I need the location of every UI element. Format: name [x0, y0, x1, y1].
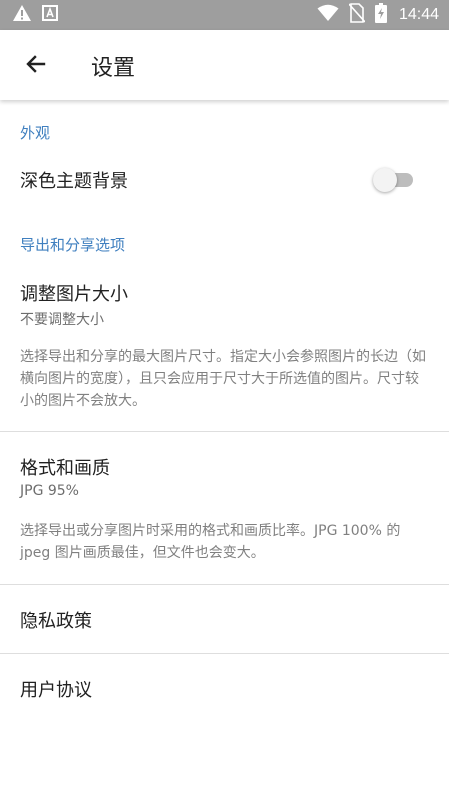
back-button[interactable] [22, 52, 50, 80]
divider [0, 431, 449, 432]
arrow-left-icon [24, 52, 48, 80]
status-time: 14:44 [398, 6, 439, 23]
privacy-policy-title: 隐私政策 [20, 611, 92, 632]
section-header-appearance: 外观 [20, 124, 51, 142]
a-badge-icon [42, 5, 58, 25]
resize-image-row[interactable]: 调整图片大小 不要调整大小 选择导出和分享的最大图片尺寸。指定大小会参照图片的长… [0, 272, 449, 430]
dark-theme-label: 深色主题背景 [20, 171, 128, 192]
status-bar-left [12, 4, 58, 26]
no-sim-icon [348, 3, 366, 27]
resize-image-value: 不要调整大小 [20, 312, 104, 328]
status-bar: 14:44 [0, 0, 449, 30]
resize-image-title: 调整图片大小 [20, 284, 128, 305]
user-agreement-title: 用户协议 [20, 680, 92, 701]
page-title: 设置 [91, 56, 136, 81]
app-bar: 设置 [0, 30, 449, 100]
resize-image-description: 选择导出和分享的最大图片尺寸。指定大小会参照图片的长边（如横向图片的宽度），且只… [20, 349, 426, 409]
format-quality-row[interactable]: 格式和画质 JPG 95% 选择导出或分享图片时采用的格式和画质比率。JPG 1… [0, 440, 449, 584]
format-quality-title: 格式和画质 [20, 458, 110, 479]
battery-charging-icon [374, 3, 387, 27]
format-quality-description: 选择导出或分享图片时采用的格式和画质比率。JPG 100% 的 jpeg 图片画… [20, 523, 401, 561]
wifi-icon [317, 4, 339, 26]
section-header-export: 导出和分享选项 [20, 236, 126, 254]
privacy-policy-row[interactable]: 隐私政策 [0, 585, 449, 653]
dark-theme-toggle[interactable] [373, 168, 417, 192]
format-quality-value: JPG 95% [20, 483, 79, 499]
status-bar-right: 14:44 [317, 3, 439, 27]
warning-icon [12, 4, 32, 26]
user-agreement-row[interactable]: 用户协议 [0, 654, 449, 722]
toggle-thumb [373, 168, 397, 192]
